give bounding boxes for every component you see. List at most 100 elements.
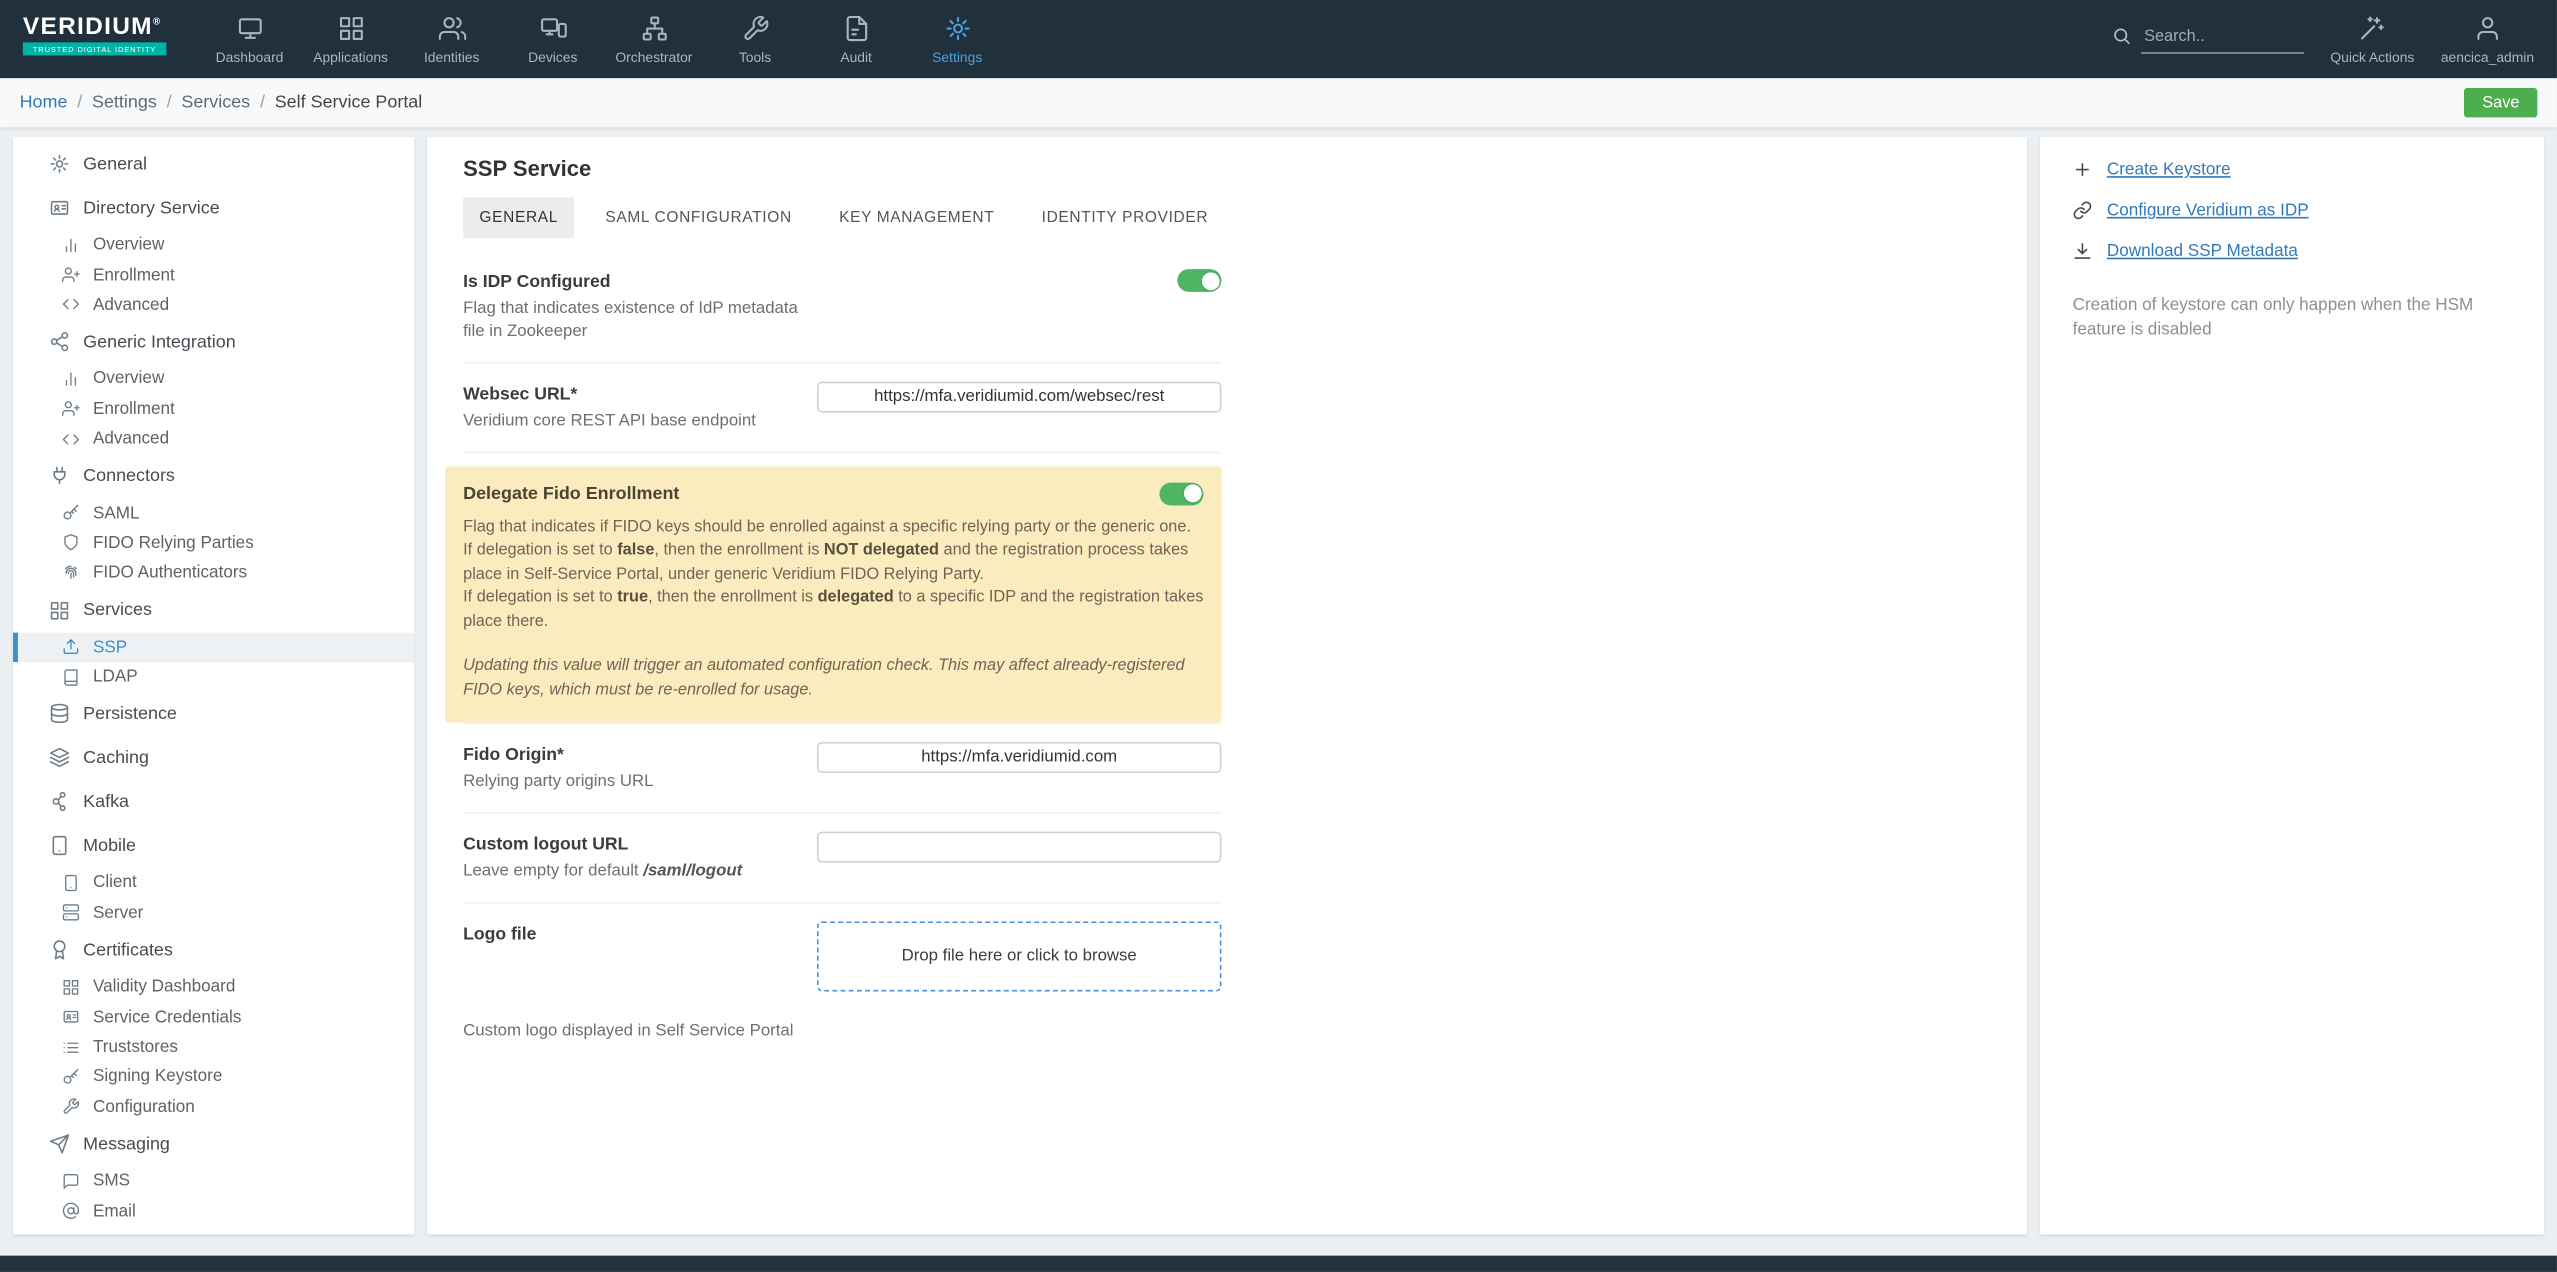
nav-item-settings[interactable]: Settings (907, 0, 1008, 78)
sidebar-item-fido-relying-parties[interactable]: FIDO Relying Parties (13, 528, 414, 558)
main-panel: SSP Service GENERAL SAML CONFIGURATION KEY… (427, 136, 2027, 1235)
sidebar-item-general[interactable]: General (13, 142, 414, 186)
field-meta: Custom logout URL Leave empty for defaul… (463, 832, 817, 884)
sidebar-item-overview[interactable]: Overview (13, 364, 414, 394)
create-keystore-link[interactable]: Create Keystore (2073, 159, 2512, 180)
sidebar-item-enrollment[interactable]: Enrollment (13, 260, 414, 290)
sidebar-item-label: Truststores (92, 1037, 178, 1057)
page-footer (0, 1255, 2557, 1272)
veridium-logo[interactable]: VERIDIUM® TRUSTED DIGITAL IDENTITY (22, 15, 186, 79)
user-menu[interactable]: aencica_admin (2441, 14, 2534, 64)
ssp-general-form: Is IDP Configured Flag that indicates ex… (445, 251, 1222, 1053)
toggle-knob (1183, 484, 1202, 503)
key-icon (62, 504, 80, 522)
sidebar-item-caching[interactable]: Caching (13, 736, 414, 780)
sidebar-item-label: Configuration (92, 1097, 195, 1117)
delegate-fido-toggle[interactable] (1159, 482, 1204, 505)
sidebar-item-advanced[interactable]: Advanced (13, 424, 414, 454)
sidebar-item-server[interactable]: Server (13, 898, 414, 928)
search-input[interactable] (2140, 24, 2304, 54)
field-label: Delegate Fido Enrollment (463, 483, 680, 504)
nav-item-audit[interactable]: Audit (806, 0, 907, 78)
nav-item-devices[interactable]: Devices (502, 0, 603, 78)
users-icon (438, 14, 466, 42)
plane-icon (49, 1133, 70, 1154)
sidebar-item-configuration[interactable]: Configuration (13, 1092, 414, 1122)
sidebar-item-mobile[interactable]: Mobile (13, 824, 414, 868)
aside-link-label: Configure Veridium as IDP (2106, 200, 2309, 221)
tab-identity-provider[interactable]: IDENTITY PROVIDER (1025, 197, 1224, 238)
text-segment-bold: true (617, 588, 649, 607)
sidebar-item-generic-integration[interactable]: Generic Integration (13, 320, 414, 364)
websec-url-input[interactable] (816, 381, 1222, 413)
sidebar-item-validity-dashboard[interactable]: Validity Dashboard (13, 972, 414, 1002)
sidebar-item-overview[interactable]: Overview (13, 230, 414, 260)
custom-logout-url-input[interactable] (816, 831, 1222, 863)
sidebar-item-certificates[interactable]: Certificates (13, 928, 414, 972)
nav-item-dashboard[interactable]: Dashboard (199, 0, 300, 78)
page-title: SSP Service (463, 156, 592, 182)
nav-item-applications[interactable]: Applications (300, 0, 401, 78)
fido-origin-input[interactable] (816, 742, 1222, 774)
save-button[interactable]: Save (2464, 88, 2538, 118)
audit-icon (842, 14, 870, 42)
sidebar-item-ldap[interactable]: LDAP (13, 662, 414, 692)
aside-link-label: Download SSP Metadata (2106, 241, 2298, 261)
breadcrumb-services[interactable]: Services (181, 93, 250, 113)
sidebar-item-connectors[interactable]: Connectors (13, 454, 414, 498)
logo-dropzone[interactable]: Drop file here or click to browse (816, 921, 1222, 992)
breadcrumb-settings[interactable]: Settings (92, 93, 157, 113)
sidebar-item-sms[interactable]: SMS (13, 1166, 414, 1196)
sidebar-item-ssp[interactable]: SSP (13, 631, 415, 662)
nav-item-tools[interactable]: Tools (704, 0, 805, 78)
tab-general[interactable]: GENERAL (463, 197, 575, 239)
sidebar-item-label: Enrollment (92, 399, 175, 419)
sidebar-item-service-credentials[interactable]: Service Credentials (13, 1002, 414, 1032)
delegate-warning-note: Updating this value will trigger an auto… (463, 657, 1185, 700)
sidebar-item-truststores[interactable]: Truststores (13, 1032, 414, 1062)
sidebar-item-kafka[interactable]: Kafka (13, 780, 414, 824)
download-ssp-metadata-link[interactable]: Download SSP Metadata (2073, 241, 2512, 261)
sidebar-item-fido-authenticators[interactable]: FIDO Authenticators (13, 558, 414, 588)
nav-item-label: Orchestrator (615, 48, 693, 65)
breadcrumb-current: Self Service Portal (274, 92, 423, 113)
sidebar-item-saml[interactable]: SAML (13, 498, 414, 528)
sidebar-item-messaging[interactable]: Messaging (13, 1122, 414, 1166)
sidebar-item-services[interactable]: Services (13, 588, 414, 632)
field-meta: Websec URL* Veridium core REST API base … (463, 381, 817, 433)
nav-item-orchestrator[interactable]: Orchestrator (603, 0, 704, 78)
sidebar-item-persistence[interactable]: Persistence (13, 692, 414, 736)
delegate-description-line: If delegation is set to true, then the e… (463, 587, 1203, 634)
download-icon (2073, 241, 2093, 261)
search-icon (2111, 26, 2131, 46)
field-description: Relying party origins URL (463, 773, 654, 792)
registered-mark: ® (152, 17, 162, 28)
sidebar-item-client[interactable]: Client (13, 868, 414, 898)
plug-icon (49, 465, 70, 486)
field-control (816, 742, 1222, 774)
sidebar-item-advanced[interactable]: Advanced (13, 290, 414, 320)
nav-item-label: Identities (423, 48, 480, 65)
plus-icon (2073, 160, 2093, 180)
sidebar-item-signing-keystore[interactable]: Signing Keystore (13, 1062, 414, 1092)
breadcrumb-home[interactable]: Home (20, 93, 68, 113)
is-idp-configured-toggle[interactable] (1177, 269, 1222, 292)
hsm-note: Creation of keystore can only happen whe… (2072, 295, 2474, 339)
text-segment-italic: /saml/logout (643, 862, 743, 881)
aside-link-label: Create Keystore (2106, 159, 2231, 180)
sidebar-item-email[interactable]: Email (13, 1196, 414, 1226)
nodes-icon (49, 331, 70, 352)
sidebar-item-directory-service[interactable]: Directory Service (13, 186, 414, 230)
field-label: Is IDP Configured (463, 272, 611, 292)
tools-icon (741, 14, 769, 42)
configure-veridium-as-idp-link[interactable]: Configure Veridium as IDP (2073, 200, 2512, 221)
quick-actions-button[interactable]: Quick Actions (2330, 14, 2415, 64)
code-icon (62, 430, 80, 448)
tab-saml-configuration[interactable]: SAML CONFIGURATION (589, 197, 808, 238)
text-segment: , then the enrollment is (654, 541, 824, 560)
sidebar-item-enrollment[interactable]: Enrollment (13, 394, 414, 424)
tab-key-management[interactable]: KEY MANAGEMENT (823, 197, 1011, 238)
nav-item-identities[interactable]: Identities (401, 0, 502, 78)
field-meta: Logo file (463, 921, 817, 945)
sidebar-item-label: Email (92, 1201, 136, 1221)
